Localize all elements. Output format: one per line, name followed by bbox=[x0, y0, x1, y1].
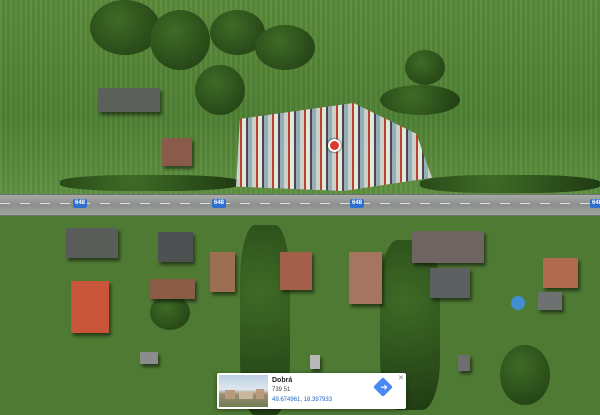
road-centerline bbox=[0, 203, 600, 204]
house-roof bbox=[543, 258, 578, 288]
house-roof bbox=[71, 281, 109, 333]
directions-arrow-icon: ➜ bbox=[380, 382, 388, 392]
highway bbox=[0, 194, 600, 216]
road-shield: 648 bbox=[350, 199, 364, 208]
place-thumbnail[interactable] bbox=[219, 375, 268, 407]
tree-cluster bbox=[150, 295, 190, 330]
tree-row bbox=[60, 175, 240, 191]
house-roof bbox=[98, 88, 160, 112]
tree-cluster bbox=[150, 10, 210, 70]
house-roof bbox=[150, 279, 195, 299]
house-roof bbox=[158, 232, 193, 262]
tree-cluster bbox=[405, 50, 445, 85]
road-shield: 648 bbox=[212, 199, 226, 208]
close-icon[interactable]: ✕ bbox=[398, 375, 404, 382]
tree-cluster bbox=[380, 85, 460, 115]
shed-roof bbox=[310, 355, 320, 369]
house-roof bbox=[349, 252, 382, 304]
satellite-map[interactable]: 648 648 648 648 bbox=[0, 0, 600, 415]
tree-cluster bbox=[195, 65, 245, 115]
pool bbox=[511, 296, 525, 310]
tree-cluster bbox=[90, 0, 160, 55]
house-roof bbox=[538, 292, 562, 310]
tree-cluster bbox=[255, 25, 315, 70]
house-roof bbox=[280, 252, 312, 290]
place-coordinates[interactable]: 49.674961, 18.397933 bbox=[272, 397, 332, 403]
shed-roof bbox=[458, 355, 470, 371]
house-roof bbox=[430, 268, 470, 298]
location-pin-icon[interactable] bbox=[328, 139, 341, 152]
shed-roof bbox=[140, 352, 158, 364]
house-roof bbox=[210, 252, 235, 292]
road-shield: 648 bbox=[73, 199, 87, 208]
house-roof bbox=[412, 231, 484, 263]
place-postal-code: 739 51 bbox=[272, 387, 291, 393]
place-title: Dobrá bbox=[272, 377, 293, 384]
road-shield: 648 bbox=[590, 199, 600, 208]
house-roof bbox=[162, 138, 192, 166]
tree-row bbox=[420, 175, 600, 193]
house-roof bbox=[66, 228, 118, 258]
tree-cluster bbox=[500, 345, 550, 405]
